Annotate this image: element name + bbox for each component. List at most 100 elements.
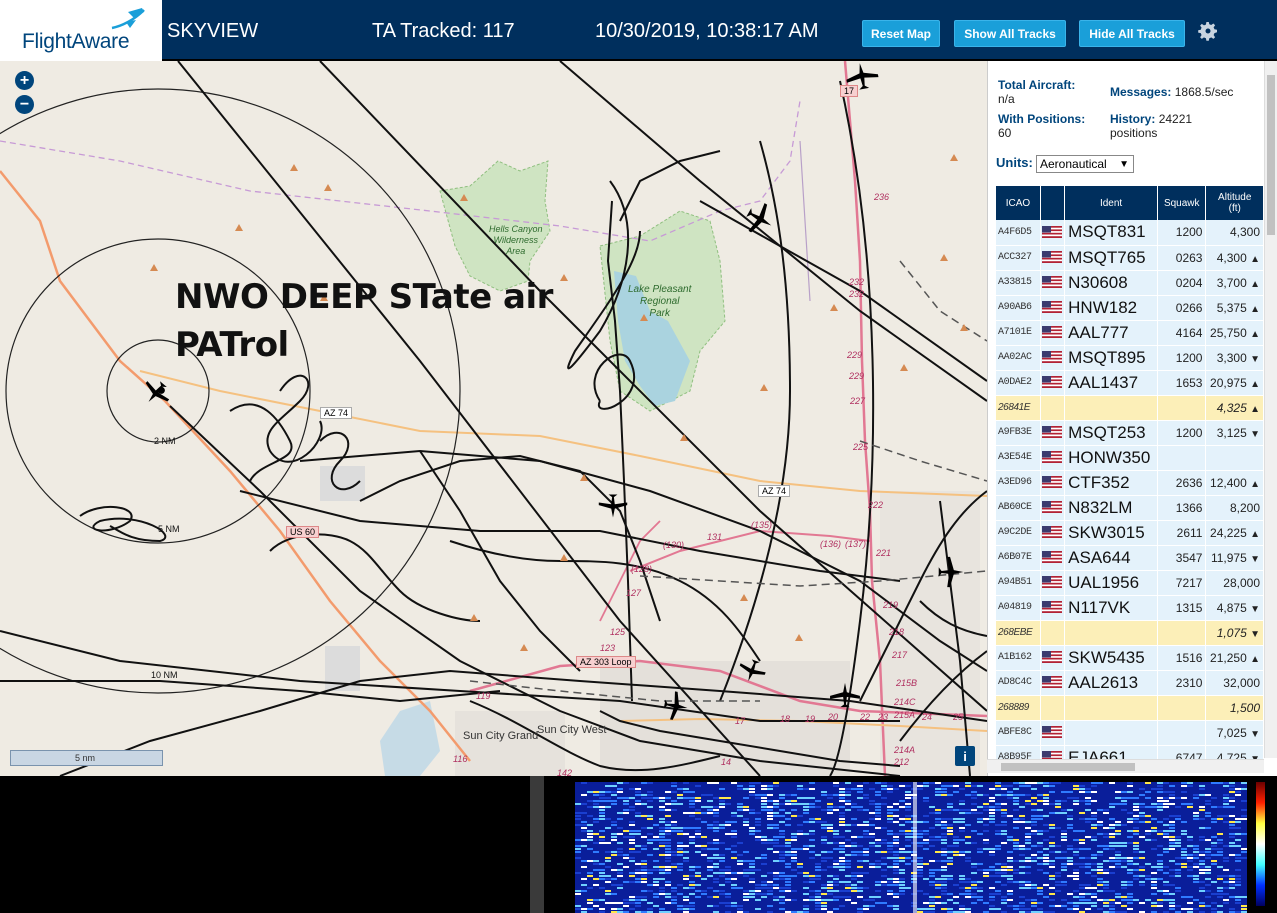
row-altitude: 3,125 ▼ [1205,420,1264,446]
aircraft-row[interactable]: ABFE8C 7,025 ▼ [996,720,1264,746]
row-ident: HNW182 [1064,295,1159,321]
row-altitude: 5,375 ▲ [1205,295,1264,321]
aircraft-row[interactable]: A0DAE2 AAL1437 1653 20,975 ▲ [996,370,1264,396]
row-squawk [1157,445,1207,471]
map-canvas [0,61,987,776]
row-squawk: 2310 [1157,670,1207,696]
flightaware-logo[interactable]: FlightAware [0,0,162,61]
col-header-ident[interactable]: Ident [1064,186,1159,220]
aircraft-row[interactable]: ACC327 MSQT765 0263 4,300 ▲ [996,245,1264,271]
road-number: 125 [610,627,626,637]
road-number: 229 [849,371,865,381]
row-squawk [1157,620,1207,646]
row-altitude: 21,250 ▲ [1205,645,1264,671]
aircraft-icon[interactable] [737,657,767,685]
row-icao: AA02AC [996,345,1041,371]
row-ident: AAL2613 [1064,670,1159,696]
zoom-in-button[interactable]: + [15,71,34,90]
aircraft-row[interactable]: A9C2DE SKW3015 2611 24,225 ▲ [996,520,1264,546]
aircraft-icon[interactable] [597,491,629,521]
aircraft-row[interactable]: A90AB6 HNW182 0266 5,375 ▲ [996,295,1264,321]
aircraft-row[interactable]: A3ED96 CTF352 2636 12,400 ▲ [996,470,1264,496]
hide-all-tracks-button[interactable]: Hide All Tracks [1079,20,1185,47]
history-unit: positions [1110,126,1158,140]
row-flag [1040,395,1066,421]
aircraft-icon[interactable] [742,203,778,235]
col-header-altitude[interactable]: Altitude (ft) [1205,186,1264,220]
altitude-trend-icon: ▲ [1250,378,1260,390]
total-aircraft-label: Total Aircraft: [998,78,1076,92]
aircraft-icon[interactable] [660,691,692,721]
road-number: 142 [557,768,573,776]
row-icao: ABFE8C [996,720,1041,746]
aircraft-row[interactable]: A33815 N30608 0204 3,700 ▲ [996,270,1264,296]
chevron-down-icon: ▼ [1119,159,1129,170]
row-ident: N832LM [1064,495,1159,521]
aircraft-row[interactable]: AB60CE N832LM 1366 8,200 [996,495,1264,521]
road-number: 218 [889,627,905,637]
row-ident [1064,395,1159,421]
road-number: 222 [868,500,884,510]
row-icao: A0DAE2 [996,370,1041,396]
row-icao: A3ED96 [996,470,1041,496]
spectrum-waterfall-area [0,776,1277,913]
aircraft-row[interactable]: 268889 1,500 [996,695,1264,721]
gear-icon[interactable] [1196,19,1220,43]
units-select[interactable]: Aeronautical ▼ [1036,155,1134,173]
row-icao: A3E54E [996,445,1041,471]
road-number: 215A [894,710,916,720]
info-button[interactable]: i [955,746,975,766]
us-flag-icon [1041,451,1062,464]
tracked-count: TA Tracked: 117 [372,20,515,42]
row-icao: A6B07E [996,545,1041,571]
aircraft-row[interactable]: A9FB3E MSQT253 1200 3,125 ▼ [996,420,1264,446]
aircraft-row[interactable]: AA02AC MSQT895 1200 3,300 ▼ [996,345,1264,371]
us-flag-icon [1041,576,1062,589]
us-flag-icon [1041,351,1062,364]
row-ident: CTF352 [1064,470,1159,496]
aircraft-row[interactable]: A94B51 UAL1956 7217 28,000 [996,570,1264,596]
aircraft-row[interactable]: A1B162 SKW5435 1516 21,250 ▲ [996,645,1264,671]
aircraft-row[interactable]: 268EBE 1,075 ▼ [996,620,1264,646]
history-label: History: [1110,112,1156,126]
row-squawk: 1200 [1157,420,1207,446]
row-ident: MSQT831 [1064,220,1159,246]
row-icao: ACC327 [996,245,1041,271]
aircraft-icon[interactable] [844,61,880,91]
pane-divider[interactable] [530,776,544,913]
road-number: 19 [805,714,816,724]
aircraft-row[interactable]: 26841E 4,325 ▲ [996,395,1264,421]
row-ident: SKW3015 [1064,520,1159,546]
panel-vertical-scrollbar[interactable] [1264,61,1277,758]
us-flag-icon [1041,426,1062,439]
col-header-icao[interactable]: ICAO [996,186,1041,220]
aircraft-row[interactable]: AD8C4C AAL2613 2310 32,000 [996,670,1264,696]
aircraft-row[interactable]: A04819 N117VK 1315 4,875 ▼ [996,595,1264,621]
aircraft-row[interactable]: A6B07E ASA644 3547 11,975 ▼ [996,545,1264,571]
aircraft-icon[interactable] [828,681,862,709]
row-squawk: 2611 [1157,520,1207,546]
receiver-aircraft-icon[interactable] [140,379,172,407]
map-view[interactable]: Hells Canyon Wilderness Area Lake Pleasa… [0,61,987,776]
aircraft-row[interactable]: A7101E AAL777 4164 25,750 ▲ [996,320,1264,346]
us-flag-icon [1041,476,1062,489]
col-header-flag[interactable] [1040,186,1066,220]
skyview-app: FlightAware SKYVIEW TA Tracked: 117 10/3… [0,0,1277,913]
panel-horizontal-scrollbar[interactable] [987,759,1264,773]
aircraft-row[interactable]: A3E54E HONW350 [996,445,1264,471]
reset-map-button[interactable]: Reset Map [862,20,940,47]
aircraft-icon[interactable] [934,556,968,588]
with-positions-stat: With Positions: 60 [998,112,1085,140]
row-icao: A90AB6 [996,295,1041,321]
road-number: (137) [845,539,867,549]
row-squawk [1157,720,1207,746]
show-all-tracks-button[interactable]: Show All Tracks [954,20,1066,47]
row-altitude: 4,300 [1205,220,1264,246]
zoom-out-button[interactable]: − [15,95,34,114]
road-number: (135) [751,520,773,530]
sun-city-grand-label: Sun City Grand [463,730,539,742]
aircraft-row[interactable]: A4F6D5 MSQT831 1200 4,300 [996,220,1264,246]
us-flag-icon [1041,501,1062,514]
col-header-squawk[interactable]: Squawk [1157,186,1207,220]
row-altitude: 4,875 ▼ [1205,595,1264,621]
